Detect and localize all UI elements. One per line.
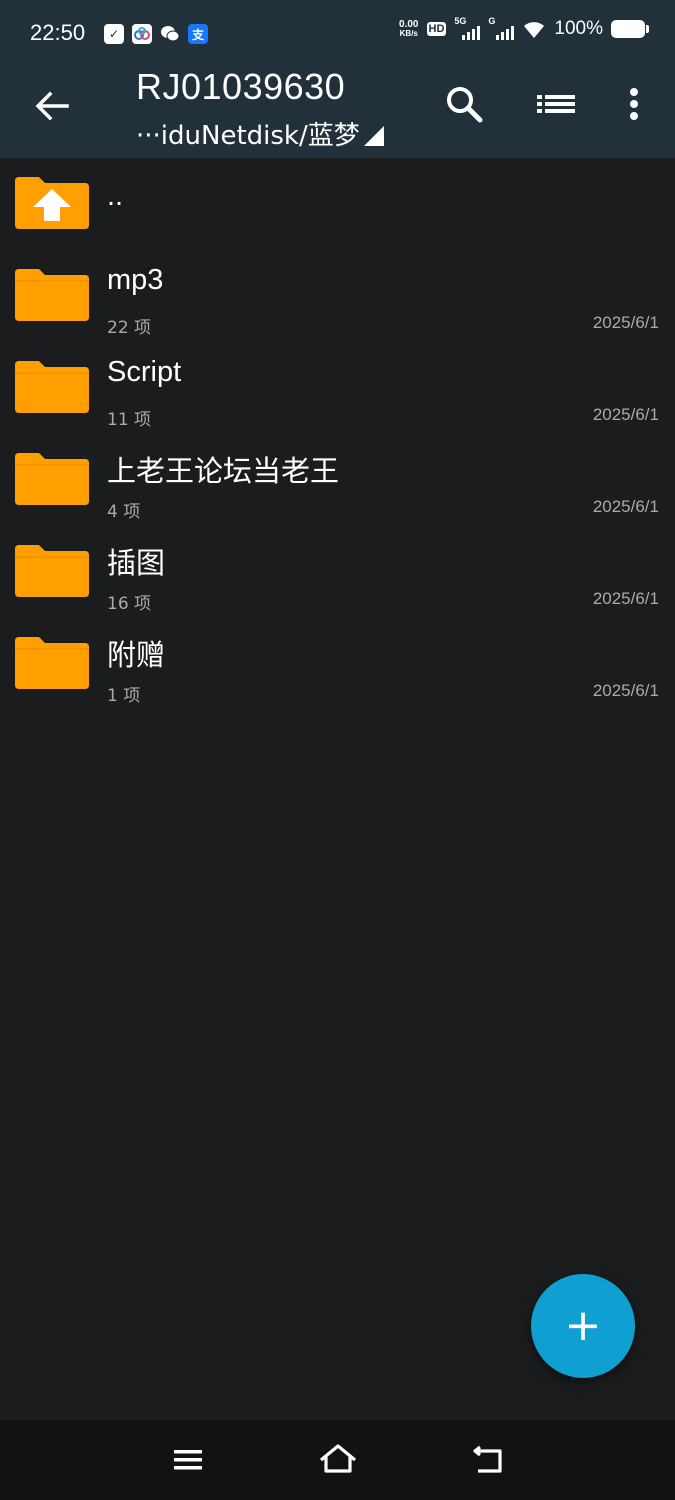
status-app-icons: ✓ 支 xyxy=(104,24,208,44)
signal-g-label: G xyxy=(488,16,496,26)
folder-item-count: 11 项 xyxy=(107,410,152,430)
folder-icon xyxy=(15,637,89,689)
folder-icon xyxy=(15,453,89,505)
path-text: ···iduNetdisk/蓝梦 xyxy=(136,121,360,151)
folder-icon xyxy=(15,545,89,597)
wechat-icon xyxy=(160,24,180,44)
list-view-icon xyxy=(537,95,575,113)
list-item[interactable]: 插图 16 项 2025/6/1 xyxy=(0,526,675,618)
status-bar: 22:50 ✓ 支 0.00 KB/s HD 5G G 100% xyxy=(0,0,675,70)
system-nav-bar xyxy=(0,1420,675,1500)
add-button[interactable]: + xyxy=(531,1274,635,1378)
battery-icon xyxy=(611,20,649,38)
arrow-left-icon xyxy=(35,91,69,121)
alipay-icon: 支 xyxy=(188,24,208,44)
net-speed-unit: KB/s xyxy=(399,29,418,38)
net-speed-value: 0.00 xyxy=(399,19,419,30)
nav-back-button[interactable] xyxy=(466,1438,510,1482)
page-title: RJ01039630 xyxy=(136,66,346,107)
path-dropdown[interactable]: ···iduNetdisk/蓝梦 xyxy=(136,115,384,152)
signal-5g-icon: 5G xyxy=(454,16,481,40)
status-time: 22:50 xyxy=(30,20,86,45)
list-item[interactable]: 上老王论坛当老王 4 项 2025/6/1 xyxy=(0,434,675,526)
folder-icon xyxy=(15,269,89,321)
nav-menu-button[interactable] xyxy=(166,1438,210,1482)
wifi-icon xyxy=(524,22,545,38)
dropdown-triangle-icon xyxy=(363,126,384,146)
folder-up-icon xyxy=(15,177,89,229)
folder-item-count: 22 项 xyxy=(107,318,152,338)
parent-folder-name: .. xyxy=(107,180,124,212)
hd-badge: HD xyxy=(426,22,447,36)
folder-date: 2025/6/1 xyxy=(592,681,659,700)
back-return-icon xyxy=(473,1445,502,1473)
search-button[interactable] xyxy=(442,82,486,126)
folder-date: 2025/6/1 xyxy=(592,313,659,332)
add-icon: + xyxy=(564,1300,602,1351)
search-icon xyxy=(447,87,483,123)
folder-name: 附赠 xyxy=(107,640,166,672)
folder-name: 上老王论坛当老王 xyxy=(107,456,340,488)
folder-item-count: 16 项 xyxy=(107,594,152,614)
list-view-button[interactable] xyxy=(534,82,578,126)
baidu-netdisk-icon xyxy=(132,24,152,44)
folder-name: mp3 xyxy=(107,264,164,296)
list-item[interactable]: Script 11 项 2025/6/1 xyxy=(0,342,675,434)
parent-folder-item[interactable]: .. xyxy=(0,158,675,250)
folder-date: 2025/6/1 xyxy=(592,405,659,424)
list-item[interactable]: mp3 22 项 2025/6/1 xyxy=(0,250,675,342)
net-speed: 0.00 KB/s xyxy=(399,19,419,39)
folder-date: 2025/6/1 xyxy=(592,589,659,608)
app-header: 22:50 ✓ 支 0.00 KB/s HD 5G G 100% RJ01039… xyxy=(0,0,675,158)
home-icon xyxy=(319,1444,357,1473)
folder-name: 插图 xyxy=(107,548,166,580)
folder-date: 2025/6/1 xyxy=(592,497,659,516)
folder-name: Script xyxy=(107,356,182,388)
status-indicators: 0.00 KB/s HD 5G G 100% xyxy=(399,16,649,40)
signal-g-icon: G xyxy=(488,16,515,40)
list-item[interactable]: 附赠 1 项 2025/6/1 xyxy=(0,618,675,710)
more-options-button[interactable] xyxy=(614,82,654,126)
battery-percent: 100% xyxy=(554,18,603,39)
nav-home-button[interactable] xyxy=(316,1438,360,1482)
menu-icon xyxy=(174,1450,202,1470)
clipboard-check-icon: ✓ xyxy=(104,24,124,44)
more-vert-icon xyxy=(630,88,638,120)
back-button[interactable] xyxy=(28,82,76,130)
folder-icon xyxy=(15,361,89,413)
signal-5g-label: 5G xyxy=(454,16,467,26)
folder-item-count: 1 项 xyxy=(107,686,141,706)
folder-item-count: 4 项 xyxy=(107,502,141,522)
